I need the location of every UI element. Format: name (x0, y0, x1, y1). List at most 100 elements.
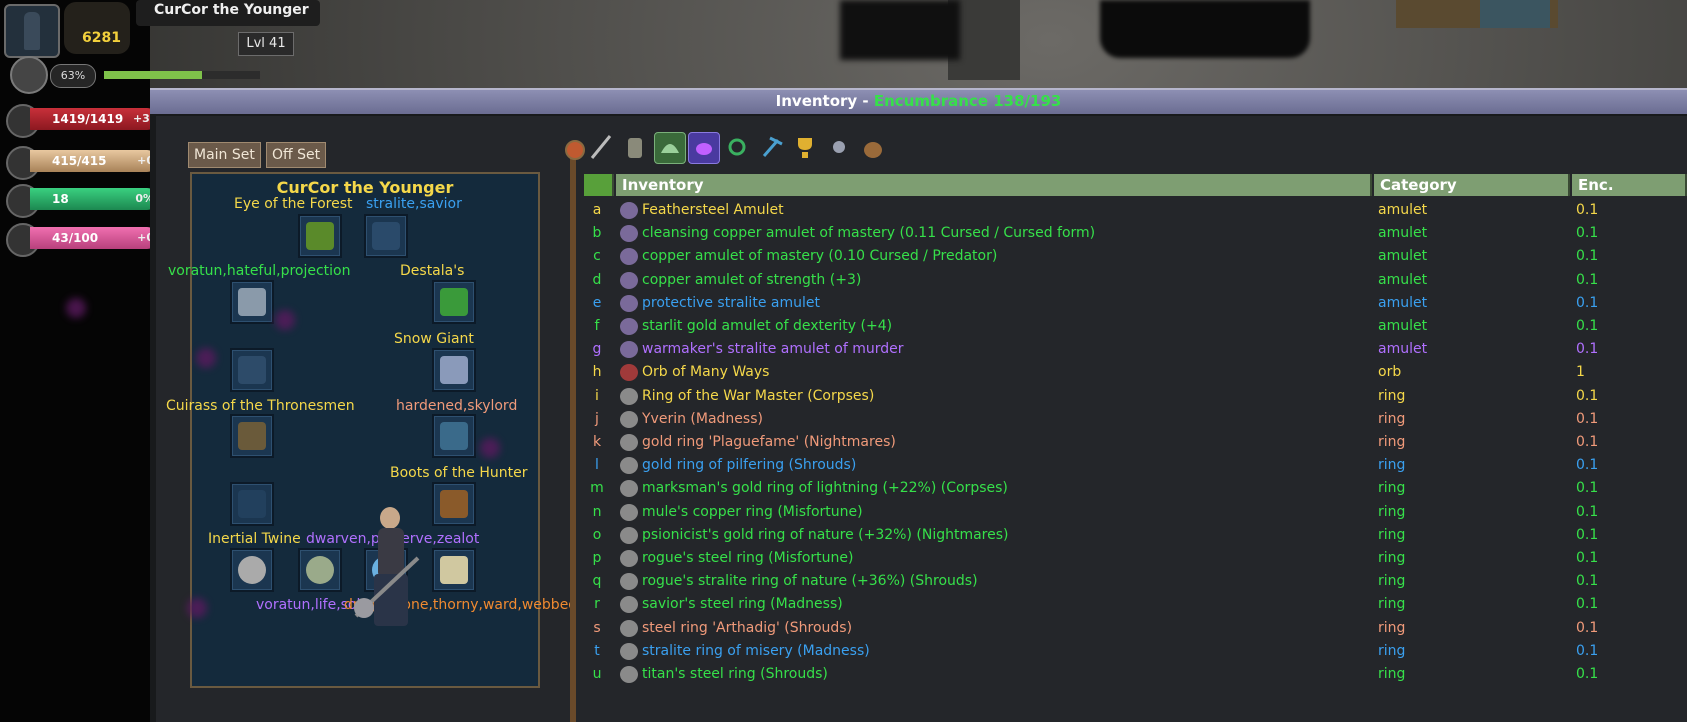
body-slot[interactable] (230, 414, 274, 458)
ring-icon (238, 556, 266, 584)
item-name: copper amulet of strength (+3) (642, 271, 862, 288)
belt-icon (440, 422, 468, 450)
character-name: CurCor the Younger (154, 2, 309, 18)
table-row[interactable]: e protective stralite amulet amulet 0.1 (584, 292, 1687, 315)
mainhand-slot[interactable] (230, 280, 274, 324)
item-category: amulet (1378, 341, 1428, 358)
gold-amount: 6281 (82, 30, 121, 46)
item-name: warmaker's stralite amulet of murder (642, 341, 904, 358)
table-row[interactable]: q rogue's stralite ring of nature (+36%) … (584, 570, 1687, 593)
item-letter: d (592, 271, 602, 288)
item-encumbrance: 0.1 (1576, 596, 1599, 613)
category-column-header[interactable]: Category (1374, 174, 1570, 196)
item-encumbrance: 0.1 (1576, 666, 1599, 682)
table-row[interactable]: o psionicist's gold ring of nature (+32%)… (584, 524, 1687, 547)
table-row[interactable]: m marksman's gold ring of lightning (+22%… (584, 477, 1687, 500)
scrollbar-knob[interactable] (565, 140, 585, 160)
item-letter: b (592, 225, 602, 242)
item-name: marksman's gold ring of lightning (+22%)… (642, 480, 1008, 497)
cloak-slot[interactable] (432, 280, 476, 324)
xp-percent: 63% (50, 64, 96, 88)
table-row[interactable]: d copper amulet of strength (+3) amulet 0.1 (584, 269, 1687, 292)
table-row[interactable]: p rogue's steel ring (Misfortune) ring 0.1 (584, 547, 1687, 570)
helmet-icon (306, 222, 334, 250)
inventory-scrollbar[interactable] (570, 146, 576, 722)
table-row[interactable]: c copper amulet of mastery (0.10 Cursed /… (584, 245, 1687, 268)
table-row[interactable]: s steel ring 'Arthadig' (Shrouds) ring 0.1 (584, 617, 1687, 640)
ring-icon (306, 556, 334, 584)
character-figure (354, 507, 420, 626)
xp-bar-fill (104, 71, 203, 79)
table-row[interactable]: n mule's copper ring (Misfortune) ring 0.1 (584, 501, 1687, 524)
table-row[interactable]: r savior's steel ring (Madness) ring 0.1 (584, 593, 1687, 616)
item-encumbrance: 0.1 (1576, 457, 1599, 474)
armor-icon (238, 422, 266, 450)
jewelry-filter-icon[interactable] (688, 132, 720, 164)
gloves-slot[interactable] (432, 348, 476, 392)
head-slot[interactable] (298, 214, 342, 258)
window-titlebar[interactable]: Inventory - Encumbrance 138/193 (150, 88, 1687, 114)
level-badge: Lvl 41 (238, 32, 294, 56)
item-category: ring (1378, 410, 1406, 427)
table-row[interactable]: k gold ring 'Plaguefame' (Nightmares) ring… (584, 431, 1687, 454)
item-letter: j (595, 410, 599, 427)
select-column-header[interactable] (584, 174, 614, 196)
item-encumbrance: 0.1 (1576, 202, 1599, 218)
table-row[interactable]: a Feathersteel Amulet amulet 0.1 (584, 199, 1687, 222)
boots-slot[interactable] (432, 482, 476, 526)
belt-slot[interactable] (432, 414, 476, 458)
ring2-slot[interactable] (298, 548, 342, 592)
axe-icon (238, 288, 266, 316)
tool-slot[interactable] (432, 548, 476, 592)
amulet-slot[interactable] (364, 214, 408, 258)
table-row[interactable]: i Ring of the War Master (Corpses) ring 0.1 (584, 385, 1687, 408)
table-row[interactable]: u titan's steel ring (Shrouds) ring 0.1 (584, 663, 1687, 686)
quiver-slot[interactable] (230, 482, 274, 526)
table-row[interactable]: h Orb of Many Ways orb 1 (584, 361, 1687, 384)
character-portrait[interactable] (4, 4, 60, 58)
item-encumbrance: 0.1 (1576, 503, 1599, 520)
table-row[interactable]: b cleansing copper amulet of mastery (0.1… (584, 222, 1687, 245)
charm-filter-icon[interactable] (722, 132, 752, 162)
paperdoll-title: CurCor the Younger (276, 178, 454, 197)
main-set-button[interactable]: Main Set (188, 142, 261, 168)
table-row[interactable]: j Yverin (Madness) ring 0.1 (584, 408, 1687, 431)
item-name: starlit gold amulet of dexterity (+4) (642, 318, 893, 334)
ring-icon (620, 619, 638, 637)
off-set-button[interactable]: Off Set (266, 142, 327, 168)
item-letter: c (593, 248, 601, 265)
inventory-window: Inventory - Encumbrance 138/193 Main Set… (150, 88, 1687, 722)
item-category: ring (1378, 387, 1406, 404)
life-value: 1419/1419 (52, 112, 124, 126)
armor-filter-icon[interactable] (620, 132, 650, 162)
stamina-bar: 415/415 +0 (30, 150, 158, 172)
item-category: ring (1378, 596, 1406, 613)
hate-bar: 43/100 +0 (30, 227, 158, 249)
item-category: orb (1378, 364, 1402, 381)
tool-filter-icon[interactable] (756, 132, 786, 162)
ring-icon (620, 573, 638, 591)
table-row[interactable]: t stralite ring of misery (Madness) ring 0.… (584, 640, 1687, 663)
weapon-filter-icon[interactable] (586, 132, 616, 162)
gem-filter-icon[interactable] (654, 132, 686, 164)
amulet-icon (372, 222, 400, 250)
enc-column-header[interactable]: Enc. (1572, 174, 1687, 196)
misc-filter-icon[interactable] (824, 132, 854, 162)
ring1-slot[interactable] (230, 548, 274, 592)
amulet-icon (620, 202, 638, 219)
map-shadow (840, 0, 960, 60)
item-encumbrance: 0.1 (1576, 341, 1599, 358)
item-name: Feathersteel Amulet (642, 202, 784, 218)
table-row[interactable]: l gold ring of pilfering (Shrouds) ring 0.1 (584, 454, 1687, 477)
trophy-filter-icon[interactable] (790, 132, 820, 162)
inventory-column-header[interactable]: Inventory (616, 174, 1372, 196)
bag-filter-icon[interactable] (858, 132, 888, 162)
gloves-item-label: Snow Giant (394, 331, 474, 347)
item-letter: a (592, 202, 602, 218)
table-row[interactable]: g warmaker's stralite amulet of murder amu… (584, 338, 1687, 361)
item-name: steel ring 'Arthadig' (Shrouds) (642, 619, 853, 636)
offhand-slot[interactable] (230, 348, 274, 392)
table-row[interactable]: f starlit gold amulet of dexterity (+4) am… (584, 315, 1687, 338)
item-category: ring (1378, 503, 1406, 520)
sword-shield-icon[interactable] (10, 56, 48, 94)
